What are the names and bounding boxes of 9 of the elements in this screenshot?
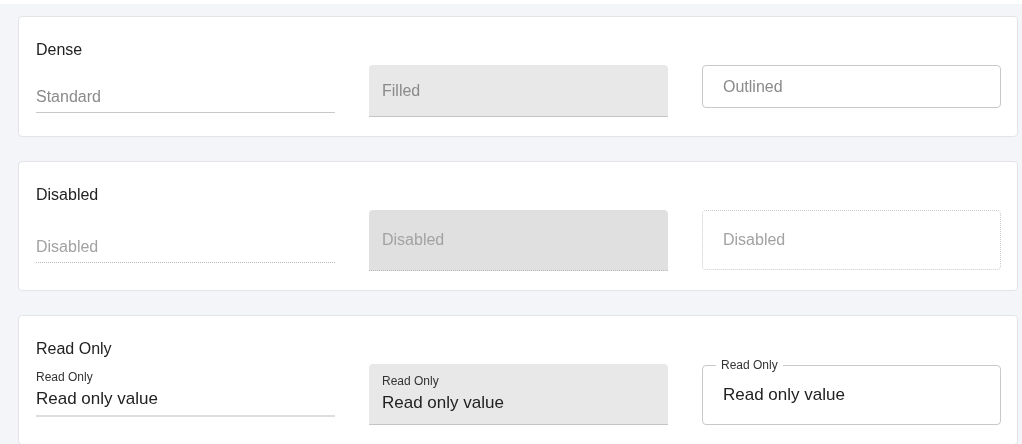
filled-field[interactable]: Filled	[369, 65, 668, 117]
outlined-field[interactable]: Outlined	[702, 65, 1001, 108]
section-title: Dense	[36, 40, 84, 60]
text-field[interactable]: Read Only Read only value	[36, 370, 335, 417]
text-field[interactable]: Standard	[36, 87, 335, 113]
section-title: Read Only	[36, 339, 113, 359]
filled-field[interactable]: Read Only Read only value	[369, 364, 668, 425]
field-label: Read Only	[716, 358, 783, 372]
section-title: Disabled	[36, 185, 100, 205]
